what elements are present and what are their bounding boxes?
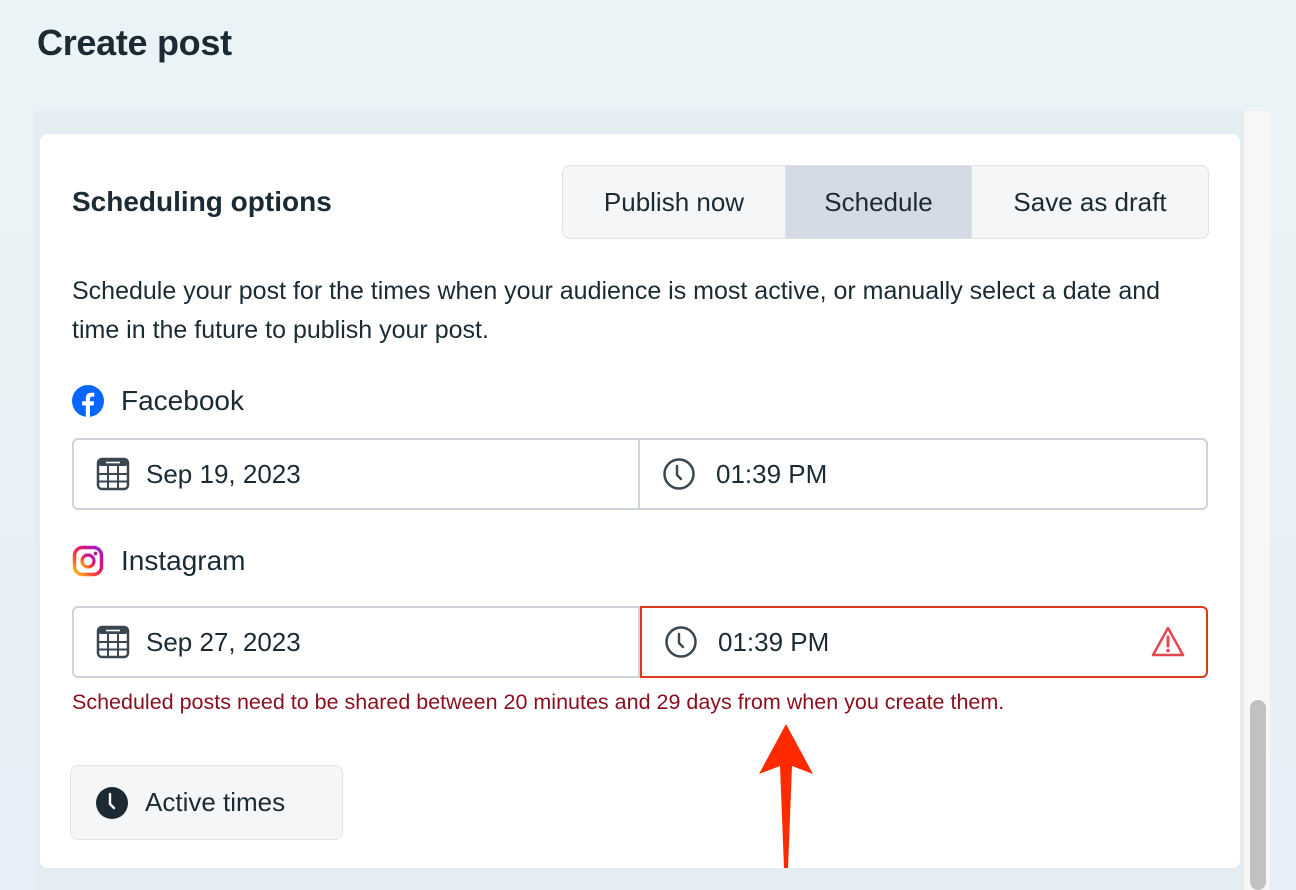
arrow-up-icon (759, 724, 813, 868)
calendar-icon (96, 625, 130, 659)
publish-mode-segmented-control: Publish now Schedule Save as draft (562, 165, 1209, 239)
clock-filled-icon (95, 786, 129, 820)
facebook-icon (72, 385, 104, 417)
page-title: Create post (37, 22, 232, 63)
active-times-button[interactable]: Active times (70, 765, 343, 840)
clock-icon (662, 457, 696, 491)
platform-name: Facebook (121, 385, 244, 416)
calendar-icon (96, 457, 130, 491)
clock-icon (664, 625, 698, 659)
instagram-time-value: 01:39 PM (718, 626, 830, 657)
instagram-date-value: Sep 27, 2023 (146, 626, 301, 657)
facebook-datetime-row: Sep 19, 2023 01:39 PM (72, 438, 1208, 510)
platform-instagram: Instagram (72, 545, 246, 577)
publish-now-button[interactable]: Publish now (563, 166, 786, 238)
instagram-time-field[interactable]: 01:39 PM (640, 606, 1208, 678)
scheduling-description: Schedule your post for the times when yo… (72, 277, 1161, 344)
warning-icon (1150, 625, 1186, 659)
platform-name: Instagram (121, 545, 246, 576)
instagram-icon (72, 545, 104, 577)
section-title: Scheduling options (72, 186, 332, 217)
facebook-date-field[interactable]: Sep 19, 2023 (72, 438, 640, 510)
facebook-date-value: Sep 19, 2023 (146, 458, 301, 489)
schedule-button[interactable]: Schedule (786, 166, 972, 238)
instagram-date-field[interactable]: Sep 27, 2023 (72, 606, 640, 678)
instagram-datetime-row: Sep 27, 2023 01:39 PM (72, 606, 1208, 678)
facebook-time-field[interactable]: 01:39 PM (640, 438, 1208, 510)
schedule-error-message: Scheduled posts need to be shared betwee… (72, 690, 1005, 714)
platform-facebook: Facebook (72, 385, 244, 417)
active-times-label: Active times (145, 787, 286, 817)
facebook-time-value: 01:39 PM (716, 458, 828, 489)
scrollbar-thumb[interactable] (1250, 700, 1266, 890)
save-as-draft-button[interactable]: Save as draft (972, 166, 1208, 238)
